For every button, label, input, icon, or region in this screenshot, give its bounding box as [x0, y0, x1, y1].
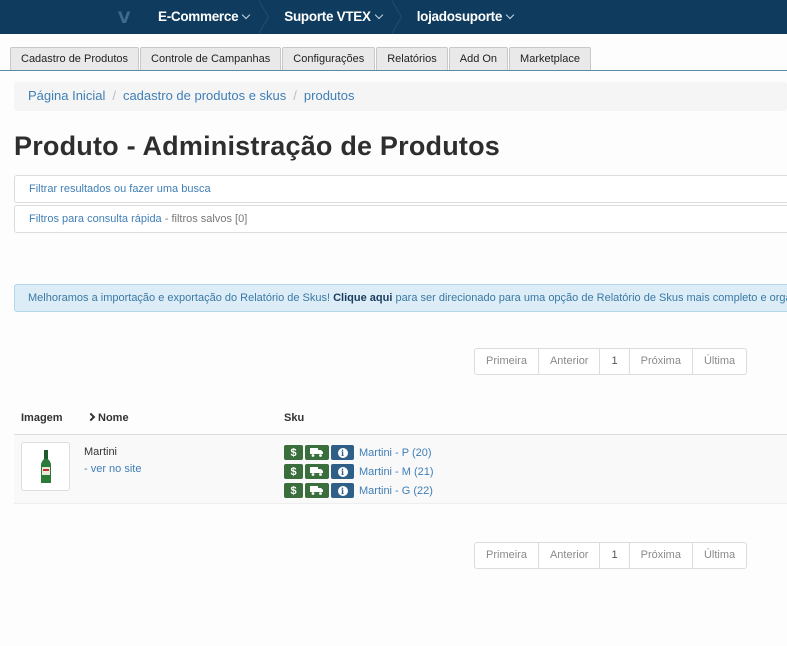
- nav-ecommerce[interactable]: E-Commerce: [145, 0, 271, 34]
- dollar-icon[interactable]: $: [284, 464, 303, 479]
- nav-suporte-vtex[interactable]: Suporte VTEX: [271, 0, 403, 34]
- tab-marketplace[interactable]: Marketplace: [509, 47, 591, 71]
- dollar-icon[interactable]: $: [284, 445, 303, 460]
- table-row: Martini - ver no site $ i Martini - P (2…: [14, 435, 787, 504]
- dollar-icon[interactable]: $: [284, 483, 303, 498]
- sort-arrow-icon: [86, 412, 96, 422]
- alert-text-rest: para ser direcionado para uma opção de R…: [392, 292, 787, 304]
- product-thumbnail[interactable]: [21, 442, 70, 491]
- breadcrumb-separator: /: [293, 88, 297, 103]
- table-header: Imagem Nome Sku: [14, 404, 787, 435]
- nav-label: E-Commerce: [158, 9, 239, 24]
- sku-link[interactable]: Martini - G (22): [359, 485, 433, 497]
- page-next[interactable]: Próxima: [630, 349, 693, 374]
- sku-link[interactable]: Martini - M (21): [359, 466, 434, 478]
- tab-configuracoes[interactable]: Configurações: [282, 47, 376, 71]
- breadcrumb-home[interactable]: Página Inicial: [28, 88, 105, 103]
- page-last[interactable]: Última: [693, 349, 746, 374]
- saved-filters-count: - filtros salvos [0]: [164, 213, 248, 225]
- tab-controle-campanhas[interactable]: Controle de Campanhas: [140, 47, 282, 71]
- top-nav: E-Commerce Suporte VTEX lojadosuporte: [145, 0, 535, 34]
- vtex-logo[interactable]: V: [110, 2, 150, 32]
- page-first[interactable]: Primeira: [475, 543, 539, 568]
- truck-icon[interactable]: [305, 483, 329, 498]
- info-alert: Melhoramos a importação e exportação do …: [14, 284, 787, 312]
- logo-letter: V: [118, 8, 131, 27]
- info-icon[interactable]: i: [331, 483, 354, 498]
- nav-store[interactable]: lojadosuporte: [404, 0, 535, 34]
- top-navbar: V E-Commerce Suporte VTEX lojadosuporte: [0, 0, 787, 34]
- quick-filters-label: Filtros para consulta rápida: [29, 213, 162, 225]
- sku-item: $ i Martini - M (21): [284, 462, 434, 481]
- sku-link[interactable]: Martini - P (20): [359, 447, 432, 459]
- sku-item: $ i Martini - G (22): [284, 481, 434, 500]
- view-on-site-link[interactable]: - ver no site: [84, 463, 141, 475]
- truck-icon[interactable]: [305, 464, 329, 479]
- nav-label: lojadosuporte: [416, 9, 503, 24]
- truck-icon[interactable]: [305, 445, 329, 460]
- page-next[interactable]: Próxima: [630, 543, 693, 568]
- page-prev[interactable]: Anterior: [539, 349, 601, 374]
- page-current[interactable]: 1: [600, 349, 630, 374]
- pagination-bottom: Primeira Anterior 1 Próxima Última: [474, 542, 748, 569]
- sku-item: $ i Martini - P (20): [284, 443, 434, 462]
- col-image: Imagem: [21, 412, 63, 424]
- chevron-down-icon: [374, 10, 383, 20]
- breadcrumb-cadastro[interactable]: cadastro de produtos e skus: [123, 88, 286, 103]
- search-filter-label: Filtrar resultados ou fazer uma busca: [29, 183, 211, 195]
- page-current[interactable]: 1: [600, 543, 630, 568]
- pagination-top: Primeira Anterior 1 Próxima Última: [474, 348, 748, 375]
- search-filter-panel[interactable]: Filtrar resultados ou fazer uma busca: [14, 175, 787, 203]
- col-sku: Sku: [284, 412, 305, 424]
- product-name: Martini: [84, 446, 118, 458]
- page-last[interactable]: Última: [693, 543, 746, 568]
- quick-filters-panel[interactable]: Filtros para consulta rápida - filtros s…: [14, 205, 787, 233]
- col-name-sortable[interactable]: Nome: [86, 412, 129, 424]
- chevron-down-icon: [242, 10, 251, 20]
- tab-relatorios[interactable]: Relatórios: [376, 47, 448, 71]
- info-icon[interactable]: i: [331, 445, 354, 460]
- chevron-down-icon: [505, 10, 515, 20]
- alert-link[interactable]: Clique aqui: [333, 292, 392, 304]
- info-icon[interactable]: i: [331, 464, 354, 479]
- breadcrumb-produtos[interactable]: produtos: [304, 88, 355, 103]
- tab-add-on[interactable]: Add On: [448, 47, 509, 71]
- breadcrumb: Página Inicial / cadastro de produtos e sk…: [14, 82, 787, 111]
- nav-label: Suporte VTEX: [284, 9, 371, 24]
- sku-list: $ i Martini - P (20) $ i Martini - M (21…: [284, 443, 434, 500]
- module-tabs: Cadastro de Produtos Controle de Campanh…: [10, 47, 592, 71]
- page-prev[interactable]: Anterior: [539, 543, 601, 568]
- page-title: Produto - Administração de Produtos: [14, 131, 501, 161]
- tab-cadastro-produtos[interactable]: Cadastro de Produtos: [10, 47, 140, 71]
- alert-text: Melhoramos a importação e exportação do …: [28, 292, 334, 304]
- breadcrumb-separator: /: [112, 88, 116, 103]
- col-name-label: Nome: [98, 412, 129, 424]
- page-first[interactable]: Primeira: [475, 349, 539, 374]
- bottle-image: [41, 450, 51, 483]
- tab-divider: [0, 70, 787, 71]
